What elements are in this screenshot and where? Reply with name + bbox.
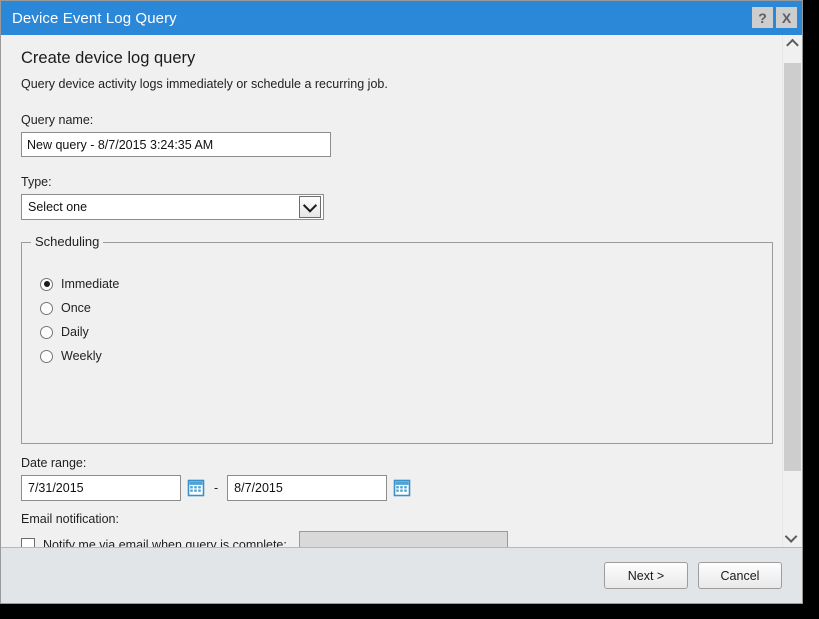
dialog-footer: Next > Cancel	[1, 547, 802, 603]
query-name-input[interactable]: New query - 8/7/2015 3:24:35 AM	[21, 132, 331, 157]
cancel-button[interactable]: Cancel	[698, 562, 782, 589]
date-range-row: 7/31/2015	[21, 475, 782, 501]
title-bar-buttons: ? X	[752, 7, 797, 28]
radio-immediate-label: Immediate	[61, 277, 119, 291]
scheduling-groupbox: Scheduling Immediate Once Daily	[21, 242, 773, 444]
scroll-up-button[interactable]	[783, 35, 802, 57]
spacer	[21, 157, 782, 175]
next-button[interactable]: Next >	[604, 562, 688, 589]
help-button[interactable]: ?	[752, 7, 773, 28]
radio-weekly-label: Weekly	[61, 349, 102, 363]
dialog-window: Device Event Log Query ? X Create device…	[0, 0, 803, 604]
type-label: Type:	[21, 175, 782, 189]
scrollbar-track[interactable]	[783, 57, 802, 525]
radio-immediate[interactable]: Immediate	[40, 272, 772, 296]
query-name-label: Query name:	[21, 113, 782, 127]
scroll-down-button[interactable]	[783, 525, 802, 547]
date-range-label: Date range:	[21, 456, 782, 470]
chevron-down-icon	[785, 530, 798, 543]
date-range-separator: -	[214, 481, 218, 495]
email-address-input	[299, 531, 508, 547]
chevron-up-icon	[786, 38, 799, 51]
title-bar: Device Event Log Query ? X	[1, 1, 802, 35]
radio-once-indicator[interactable]	[40, 302, 53, 315]
calendar-icon-end[interactable]	[393, 479, 411, 497]
email-notification-label: Email notification:	[21, 512, 782, 526]
chevron-glyph	[303, 199, 317, 213]
scheduling-legend: Scheduling	[31, 234, 103, 249]
scrollbar-thumb[interactable]	[784, 63, 801, 471]
radio-once[interactable]: Once	[40, 296, 772, 320]
vertical-scrollbar[interactable]	[782, 35, 802, 547]
window-title: Device Event Log Query	[1, 10, 177, 27]
chevron-down-icon[interactable]	[299, 196, 321, 218]
email-notification-row: Notify me via email when query is comple…	[21, 531, 782, 547]
form-content: Create device log query Query device act…	[1, 35, 782, 547]
radio-weekly-indicator[interactable]	[40, 350, 53, 363]
email-notify-checkbox[interactable]	[21, 538, 35, 548]
date-start-input[interactable]: 7/31/2015	[21, 475, 181, 501]
radio-once-label: Once	[61, 301, 91, 315]
radio-daily-indicator[interactable]	[40, 326, 53, 339]
page-subtitle: Query device activity logs immediately o…	[21, 77, 782, 91]
radio-daily-label: Daily	[61, 325, 89, 339]
dialog-body: Create device log query Query device act…	[1, 35, 802, 547]
close-button[interactable]: X	[776, 7, 797, 28]
radio-weekly[interactable]: Weekly	[40, 344, 772, 368]
radio-daily[interactable]: Daily	[40, 320, 772, 344]
radio-immediate-indicator[interactable]	[40, 278, 53, 291]
email-notify-label: Notify me via email when query is comple…	[43, 538, 287, 548]
page-title: Create device log query	[21, 49, 782, 68]
type-select-value: Select one	[22, 200, 299, 214]
scheduling-radio-group: Immediate Once Daily Weekly	[22, 243, 772, 368]
date-end-input[interactable]: 8/7/2015	[227, 475, 387, 501]
type-select[interactable]: Select one	[21, 194, 324, 220]
calendar-icon-start[interactable]	[187, 479, 205, 497]
